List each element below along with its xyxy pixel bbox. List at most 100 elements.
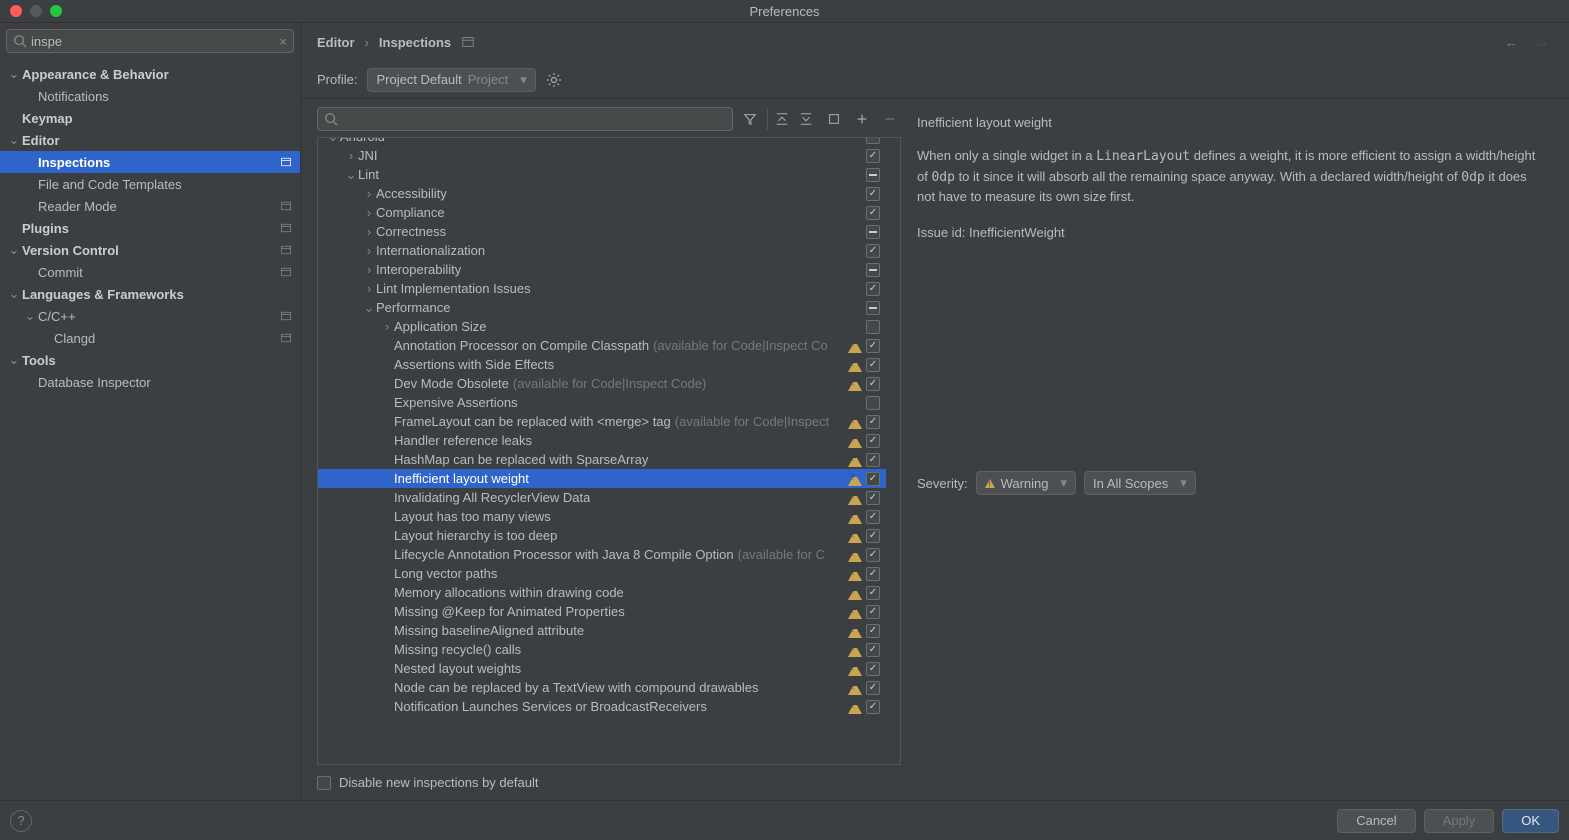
reset-icon[interactable] xyxy=(823,108,845,130)
sidebar-item[interactable]: ⌄Languages & Frameworks xyxy=(0,283,300,305)
sidebar-item[interactable]: Clangd xyxy=(0,327,300,349)
inspections-tree[interactable]: ⌄Android›JNI⌄Lint›Accessibility›Complian… xyxy=(318,138,886,764)
expand-all-icon[interactable] xyxy=(767,108,789,130)
inspection-checkbox[interactable] xyxy=(866,700,880,714)
nav-back-icon[interactable]: ← xyxy=(1501,31,1522,54)
zoom-window-icon[interactable] xyxy=(50,5,62,17)
sidebar-search[interactable]: × xyxy=(6,29,294,53)
close-window-icon[interactable] xyxy=(10,5,22,17)
breadcrumb-parent[interactable]: Editor xyxy=(317,35,355,50)
inspection-checkbox[interactable] xyxy=(866,282,880,296)
severity-dropdown[interactable]: Warning ▾ xyxy=(976,471,1076,495)
sidebar-item[interactable]: Notifications xyxy=(0,85,300,107)
tree-row[interactable]: ⌄Performance xyxy=(318,298,886,317)
sidebar-item[interactable]: ⌄Tools xyxy=(0,349,300,371)
tree-row[interactable]: FrameLayout can be replaced with <merge>… xyxy=(318,412,886,431)
tree-row[interactable]: ›JNI xyxy=(318,146,886,165)
inspection-checkbox[interactable] xyxy=(866,472,880,486)
sidebar-item[interactable]: ⌄Editor xyxy=(0,129,300,151)
inspection-checkbox[interactable] xyxy=(866,434,880,448)
tree-row[interactable]: Inefficient layout weight xyxy=(318,469,886,488)
inspection-checkbox[interactable] xyxy=(866,491,880,505)
tree-row[interactable]: Missing @Keep for Animated Properties xyxy=(318,602,886,621)
inspection-checkbox[interactable] xyxy=(866,586,880,600)
inspection-checkbox[interactable] xyxy=(866,624,880,638)
tree-row[interactable]: ›Compliance xyxy=(318,203,886,222)
sidebar-item[interactable]: ⌄C/C++ xyxy=(0,305,300,327)
tree-row[interactable]: Expensive Assertions xyxy=(318,393,886,412)
help-icon[interactable]: ? xyxy=(10,810,32,832)
inspection-checkbox[interactable] xyxy=(866,567,880,581)
minimize-window-icon[interactable] xyxy=(30,5,42,17)
filter-icon[interactable] xyxy=(739,108,761,130)
tree-row[interactable]: ›Accessibility xyxy=(318,184,886,203)
inspection-checkbox[interactable] xyxy=(866,301,880,315)
tree-row[interactable]: Invalidating All RecyclerView Data xyxy=(318,488,886,507)
sidebar-item[interactable]: ⌄Version Control xyxy=(0,239,300,261)
tree-row[interactable]: HashMap can be replaced with SparseArray xyxy=(318,450,886,469)
inspection-checkbox[interactable] xyxy=(866,187,880,201)
inspection-checkbox[interactable] xyxy=(866,605,880,619)
tree-row[interactable]: ›Application Size xyxy=(318,317,886,336)
inspection-checkbox[interactable] xyxy=(866,377,880,391)
tree-row[interactable]: Memory allocations within drawing code xyxy=(318,583,886,602)
tree-row[interactable]: Missing recycle() calls xyxy=(318,640,886,659)
inspection-checkbox[interactable] xyxy=(866,396,880,410)
tree-row[interactable]: Dev Mode Obsolete(available for Code|Ins… xyxy=(318,374,886,393)
sidebar-item[interactable]: Keymap xyxy=(0,107,300,129)
nav-forward-icon[interactable]: → xyxy=(1532,31,1553,54)
inspections-search-input[interactable] xyxy=(342,112,726,127)
inspection-checkbox[interactable] xyxy=(866,453,880,467)
inspection-checkbox[interactable] xyxy=(866,168,880,182)
ok-button[interactable]: OK xyxy=(1502,809,1559,833)
apply-button[interactable]: Apply xyxy=(1424,809,1495,833)
inspection-checkbox[interactable] xyxy=(866,415,880,429)
tree-row[interactable]: Handler reference leaks xyxy=(318,431,886,450)
collapse-all-icon[interactable] xyxy=(795,108,817,130)
sidebar-item[interactable]: File and Code Templates xyxy=(0,173,300,195)
sidebar-item[interactable]: Database Inspector xyxy=(0,371,300,393)
inspection-checkbox[interactable] xyxy=(866,206,880,220)
sidebar-item[interactable]: Commit xyxy=(0,261,300,283)
inspection-checkbox[interactable] xyxy=(866,548,880,562)
inspection-checkbox[interactable] xyxy=(866,358,880,372)
inspection-checkbox[interactable] xyxy=(866,263,880,277)
scope-dropdown[interactable]: In All Scopes ▾ xyxy=(1084,471,1196,495)
inspection-checkbox[interactable] xyxy=(866,149,880,163)
inspections-search[interactable] xyxy=(317,107,733,131)
tree-row[interactable]: Lifecycle Annotation Processor with Java… xyxy=(318,545,886,564)
tree-row[interactable]: Assertions with Side Effects xyxy=(318,355,886,374)
inspection-checkbox[interactable] xyxy=(866,681,880,695)
tree-row[interactable]: Long vector paths xyxy=(318,564,886,583)
tree-row[interactable]: Nested layout weights xyxy=(318,659,886,678)
inspection-checkbox[interactable] xyxy=(866,529,880,543)
tree-row[interactable]: ›Correctness xyxy=(318,222,886,241)
clear-search-icon[interactable]: × xyxy=(279,34,287,49)
tree-row[interactable]: ⌄Lint xyxy=(318,165,886,184)
inspection-checkbox[interactable] xyxy=(866,643,880,657)
disable-new-inspections-checkbox[interactable]: Disable new inspections by default xyxy=(317,775,1553,790)
remove-icon[interactable] xyxy=(879,108,901,130)
inspection-checkbox[interactable] xyxy=(866,339,880,353)
gear-icon[interactable] xyxy=(546,72,562,88)
sidebar-item[interactable]: Inspections xyxy=(0,151,300,173)
tree-row[interactable]: Node can be replaced by a TextView with … xyxy=(318,678,886,697)
tree-row[interactable]: Annotation Processor on Compile Classpat… xyxy=(318,336,886,355)
add-icon[interactable] xyxy=(851,108,873,130)
sidebar-item[interactable]: ⌄Appearance & Behavior xyxy=(0,63,300,85)
profile-dropdown[interactable]: Project Default Project ▾ xyxy=(367,68,535,92)
tree-row[interactable]: ›Internationalization xyxy=(318,241,886,260)
sidebar-item[interactable]: Reader Mode xyxy=(0,195,300,217)
tree-row[interactable]: ›Interoperability xyxy=(318,260,886,279)
tree-row[interactable]: Layout has too many views xyxy=(318,507,886,526)
cancel-button[interactable]: Cancel xyxy=(1337,809,1415,833)
inspection-checkbox[interactable] xyxy=(866,138,880,144)
inspection-checkbox[interactable] xyxy=(866,244,880,258)
tree-row[interactable]: Notification Launches Services or Broadc… xyxy=(318,697,886,716)
sidebar-item[interactable]: Plugins xyxy=(0,217,300,239)
inspection-checkbox[interactable] xyxy=(866,662,880,676)
inspection-checkbox[interactable] xyxy=(866,225,880,239)
sidebar-search-input[interactable] xyxy=(31,34,279,49)
tree-row[interactable]: Missing baselineAligned attribute xyxy=(318,621,886,640)
tree-row[interactable]: ⌄Android xyxy=(318,138,886,146)
